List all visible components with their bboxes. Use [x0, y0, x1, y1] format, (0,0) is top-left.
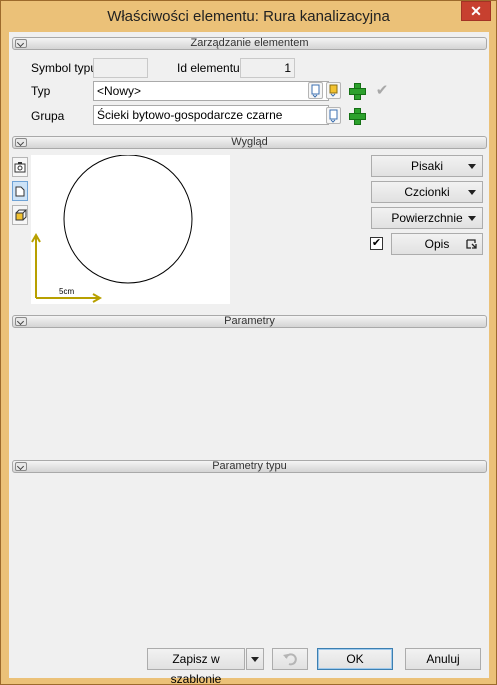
- description-button[interactable]: Opis: [391, 233, 483, 255]
- section-header-appearance[interactable]: Wygląd: [12, 136, 487, 149]
- camera-tool[interactable]: [12, 157, 28, 177]
- scale-label: 5cm: [59, 287, 74, 296]
- section-title-management: Zarządzanie elementem: [190, 37, 309, 49]
- section-title-type-parameters: Parametry typu: [212, 460, 287, 472]
- group-label: Grupa: [31, 109, 65, 123]
- surfaces-button[interactable]: Powierzchnie: [371, 207, 483, 229]
- ok-button[interactable]: OK: [317, 648, 393, 670]
- preview-canvas[interactable]: 5cm: [31, 154, 230, 304]
- dialog-client-area: Zarządzanie elementem Symbol typu Id ele…: [9, 32, 489, 685]
- section-header-type-parameters[interactable]: Parametry typu: [12, 460, 487, 473]
- title-bar[interactable]: Właściwości elementu: Rura kanalizacyjna…: [1, 1, 496, 31]
- collapse-chevron-icon[interactable]: [15, 39, 27, 48]
- type-library-button[interactable]: [326, 82, 341, 99]
- 3d-view-tool[interactable]: [12, 205, 28, 225]
- confirm-type-icon[interactable]: ✔: [373, 82, 391, 100]
- pens-button[interactable]: Pisaki: [371, 155, 483, 177]
- type-pick-button[interactable]: [308, 82, 323, 99]
- dropdown-arrow-icon: [468, 164, 476, 169]
- dialog-window: Właściwości elementu: Rura kanalizacyjna…: [0, 0, 497, 685]
- add-group-icon[interactable]: [347, 106, 366, 125]
- section-title-parameters: Parametry: [224, 315, 275, 327]
- dropdown-arrow-icon: [251, 657, 259, 662]
- group-field[interactable]: Ścieki bytowo-gospodarcze czarne: [93, 105, 329, 125]
- section-header-management[interactable]: Zarządzanie elementem: [12, 37, 487, 50]
- element-id-field[interactable]: 1: [240, 58, 295, 78]
- type-label: Typ: [31, 84, 51, 98]
- plan-view-tool[interactable]: [12, 181, 28, 201]
- plan-view-icon: [15, 186, 25, 197]
- pens-button-label: Pisaki: [410, 159, 443, 173]
- symbol-field[interactable]: [93, 58, 148, 78]
- undo-icon: [283, 653, 297, 666]
- preview-drawing: 5cm: [31, 154, 193, 303]
- undo-button[interactable]: [272, 648, 308, 670]
- pipe-section-circle: [63, 154, 193, 284]
- window-title: Właściwości elementu: Rura kanalizacyjna: [107, 8, 390, 25]
- dropdown-arrow-icon: [468, 190, 476, 195]
- collapse-chevron-icon[interactable]: [15, 138, 27, 147]
- description-button-label: Opis: [424, 237, 450, 251]
- close-button[interactable]: ✕: [461, 1, 491, 21]
- dropdown-arrow-icon: [468, 216, 476, 221]
- description-checkbox[interactable]: ✔: [370, 237, 383, 250]
- type-field[interactable]: <Nowy>: [93, 81, 329, 101]
- element-id-label: Id elementu: [177, 61, 240, 75]
- camera-icon: [14, 162, 26, 173]
- 3d-view-icon: [15, 209, 28, 221]
- save-template-dropdown[interactable]: [246, 648, 264, 670]
- save-template-button[interactable]: Zapisz w szablonie: [147, 648, 245, 685]
- document-icon: [311, 84, 320, 98]
- collapse-chevron-icon[interactable]: [15, 317, 27, 326]
- section-header-parameters[interactable]: Parametry: [12, 315, 487, 328]
- fonts-button[interactable]: Czcionki: [371, 181, 483, 203]
- symbol-label: Symbol typu: [31, 61, 98, 75]
- surfaces-button-label: Powierzchnie: [391, 211, 463, 225]
- cancel-button[interactable]: Anuluj: [405, 648, 481, 670]
- open-dialog-icon: [466, 239, 477, 249]
- fonts-button-label: Czcionki: [404, 185, 450, 199]
- document-icon: [329, 109, 338, 123]
- collapse-chevron-icon[interactable]: [15, 462, 27, 471]
- library-icon: [329, 84, 338, 97]
- group-pick-button[interactable]: [326, 107, 341, 124]
- section-title-appearance: Wygląd: [231, 136, 268, 148]
- add-type-icon[interactable]: [347, 81, 366, 100]
